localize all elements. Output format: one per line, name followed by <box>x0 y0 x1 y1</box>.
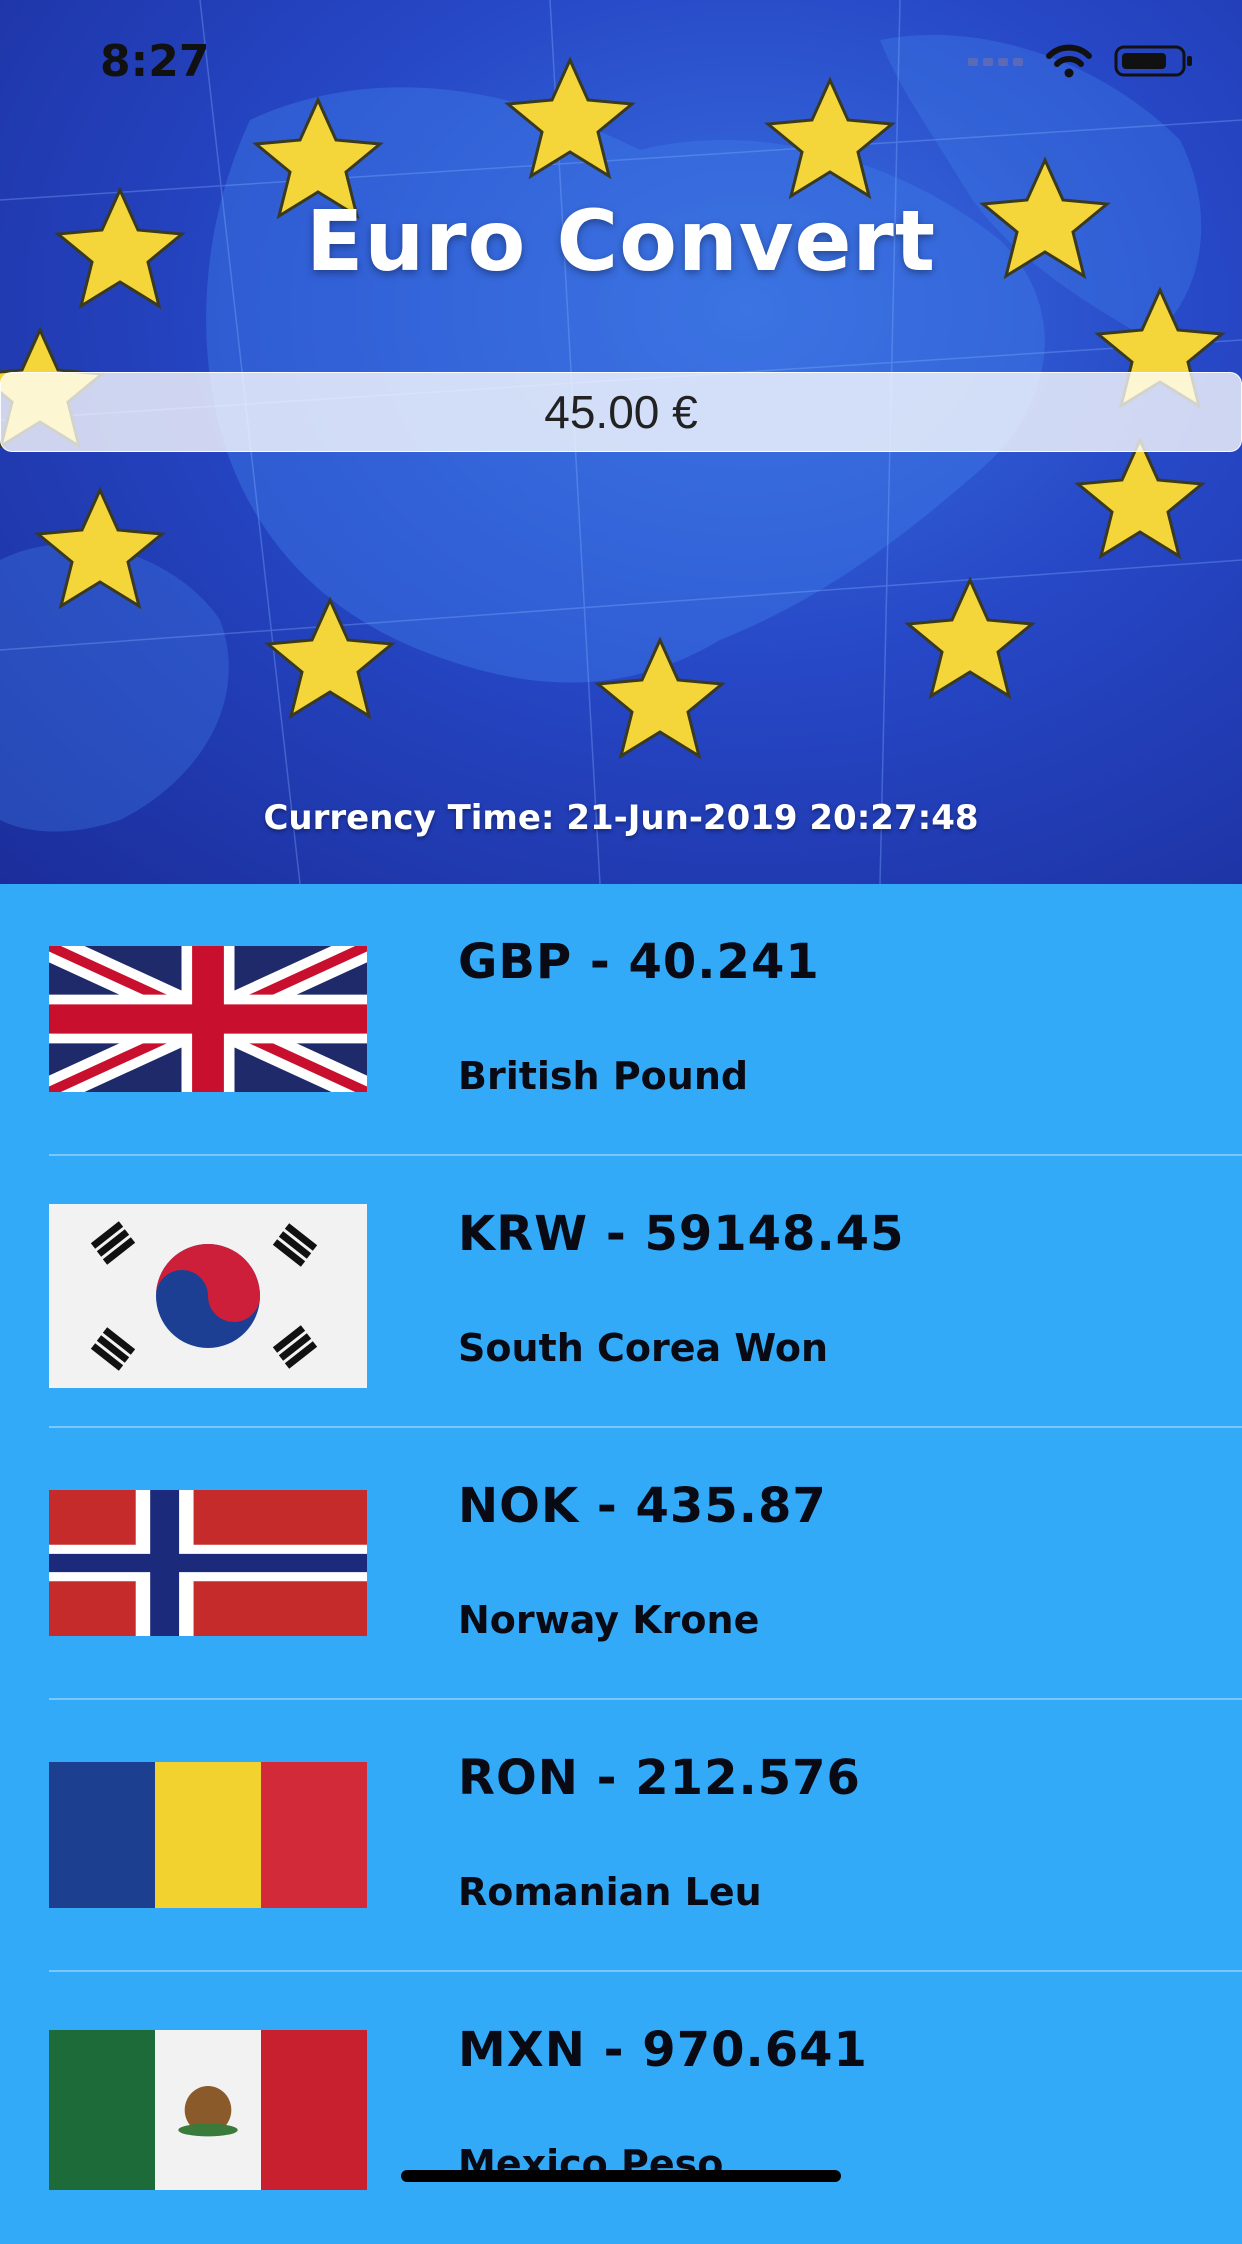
currency-name: Norway Krone <box>458 1598 760 1642</box>
romania-flag-icon <box>49 1762 367 1908</box>
list-item[interactable]: MXN - 970.641 Mexico Peso <box>0 1972 1242 2244</box>
eu-star <box>904 576 1036 700</box>
status-time: 8:27 <box>100 36 210 87</box>
list-item[interactable]: NOK - 435.87 Norway Krone <box>0 1428 1242 1700</box>
app-title: Euro Convert <box>305 192 937 290</box>
south-korea-flag-icon <box>49 1204 367 1388</box>
currency-list: GBP - 40.241 British Pound KRW - 59148.4… <box>0 884 1242 2244</box>
list-item[interactable]: KRW - 59148.45 South Corea Won <box>0 1156 1242 1428</box>
currency-name: Romanian Leu <box>458 1870 762 1914</box>
status-icons <box>968 44 1194 78</box>
currency-code-value: RON - 212.576 <box>458 1750 861 1806</box>
norway-flag-icon <box>49 1490 367 1636</box>
uk-flag-icon <box>49 946 367 1092</box>
list-item[interactable]: GBP - 40.241 British Pound <box>0 884 1242 1156</box>
currency-name: South Corea Won <box>458 1326 829 1370</box>
currency-code-value: KRW - 59148.45 <box>458 1206 905 1262</box>
home-indicator[interactable] <box>401 2170 841 2182</box>
currency-code-value: GBP - 40.241 <box>458 934 820 990</box>
currency-code-value: MXN - 970.641 <box>458 2022 868 2078</box>
currency-time-label: Currency Time: 21-Jun-2019 20:27:48 <box>263 798 979 838</box>
eu-star <box>1074 436 1206 560</box>
signal-icon <box>968 58 1023 66</box>
wifi-icon <box>1046 44 1092 78</box>
currency-code-value: NOK - 435.87 <box>458 1478 827 1534</box>
header-banner: 8:27 Euro Convert 45.00 € Currency Time:… <box>0 0 1242 884</box>
mexico-flag-icon <box>49 2030 367 2190</box>
currency-name: British Pound <box>458 1054 749 1098</box>
battery-icon <box>1114 45 1192 77</box>
list-item[interactable]: RON - 212.576 Romanian Leu <box>0 1700 1242 1972</box>
euro-amount-input[interactable]: 45.00 € <box>0 372 1242 452</box>
